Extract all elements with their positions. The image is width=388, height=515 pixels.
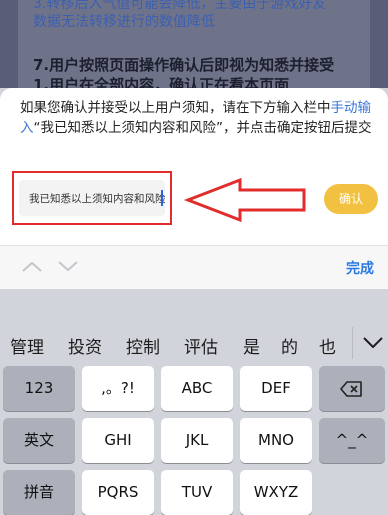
chevron-down-icon[interactable] xyxy=(56,258,80,274)
candidate-separator xyxy=(352,327,353,359)
key-def[interactable]: DEF xyxy=(240,366,312,411)
backspace-icon xyxy=(340,381,362,397)
confirm-button[interactable]: 确认 xyxy=(324,184,378,214)
key-wxyz[interactable]: WXYZ xyxy=(240,470,312,515)
done-button[interactable]: 完成 xyxy=(346,258,374,278)
key-ghi[interactable]: GHI xyxy=(82,418,154,463)
arrow-annotation-icon xyxy=(183,177,306,223)
background-line-2: 数据无法转移进行的数值降低 xyxy=(33,14,215,30)
key-mno[interactable]: MNO xyxy=(240,418,312,463)
keyboard-toolbar: 完成 xyxy=(0,245,388,289)
key-pqrs[interactable]: PQRS xyxy=(82,470,154,515)
key-123[interactable]: 123 xyxy=(3,366,75,411)
key-backspace[interactable] xyxy=(319,366,385,411)
background-article: 3.转移后入气值可能会降低，主要由于游戏好友 数据无法转移进行的数值降低 7.用… xyxy=(0,0,388,88)
key-pinyin[interactable]: 拼音 xyxy=(3,470,75,515)
chevron-up-icon[interactable] xyxy=(20,258,44,274)
text-caret xyxy=(161,190,163,206)
candidate-2[interactable]: 控制 xyxy=(126,333,160,358)
input-sheet: 如果您确认并接受以上用户须知，请在下方输入栏中手动输入“我已知悉以上须知内容和风… xyxy=(0,88,388,245)
key-abc[interactable]: ABC xyxy=(161,366,233,411)
key-english[interactable]: 英文 xyxy=(3,418,75,463)
candidate-6[interactable]: 也 xyxy=(319,333,336,358)
candidate-3[interactable]: 评估 xyxy=(184,333,218,358)
key-punctuation[interactable]: ,。?! xyxy=(82,366,154,411)
candidate-0[interactable]: 管理 xyxy=(10,333,44,358)
expand-candidates-icon[interactable] xyxy=(360,332,386,352)
key-emoticon[interactable]: ^_^ xyxy=(319,418,385,463)
key-tuv[interactable]: TUV xyxy=(161,470,233,515)
key-jkl[interactable]: JKL xyxy=(161,418,233,463)
candidate-4[interactable]: 是 xyxy=(243,333,260,358)
background-line-4: 1.用户在全部内容，确认正在看本页面 xyxy=(33,76,290,88)
candidate-1[interactable]: 投资 xyxy=(68,333,102,358)
candidate-5[interactable]: 的 xyxy=(281,333,298,358)
background-line-3: 7.用户按照页面操作确认后即视为知悉并接受 xyxy=(33,56,335,74)
